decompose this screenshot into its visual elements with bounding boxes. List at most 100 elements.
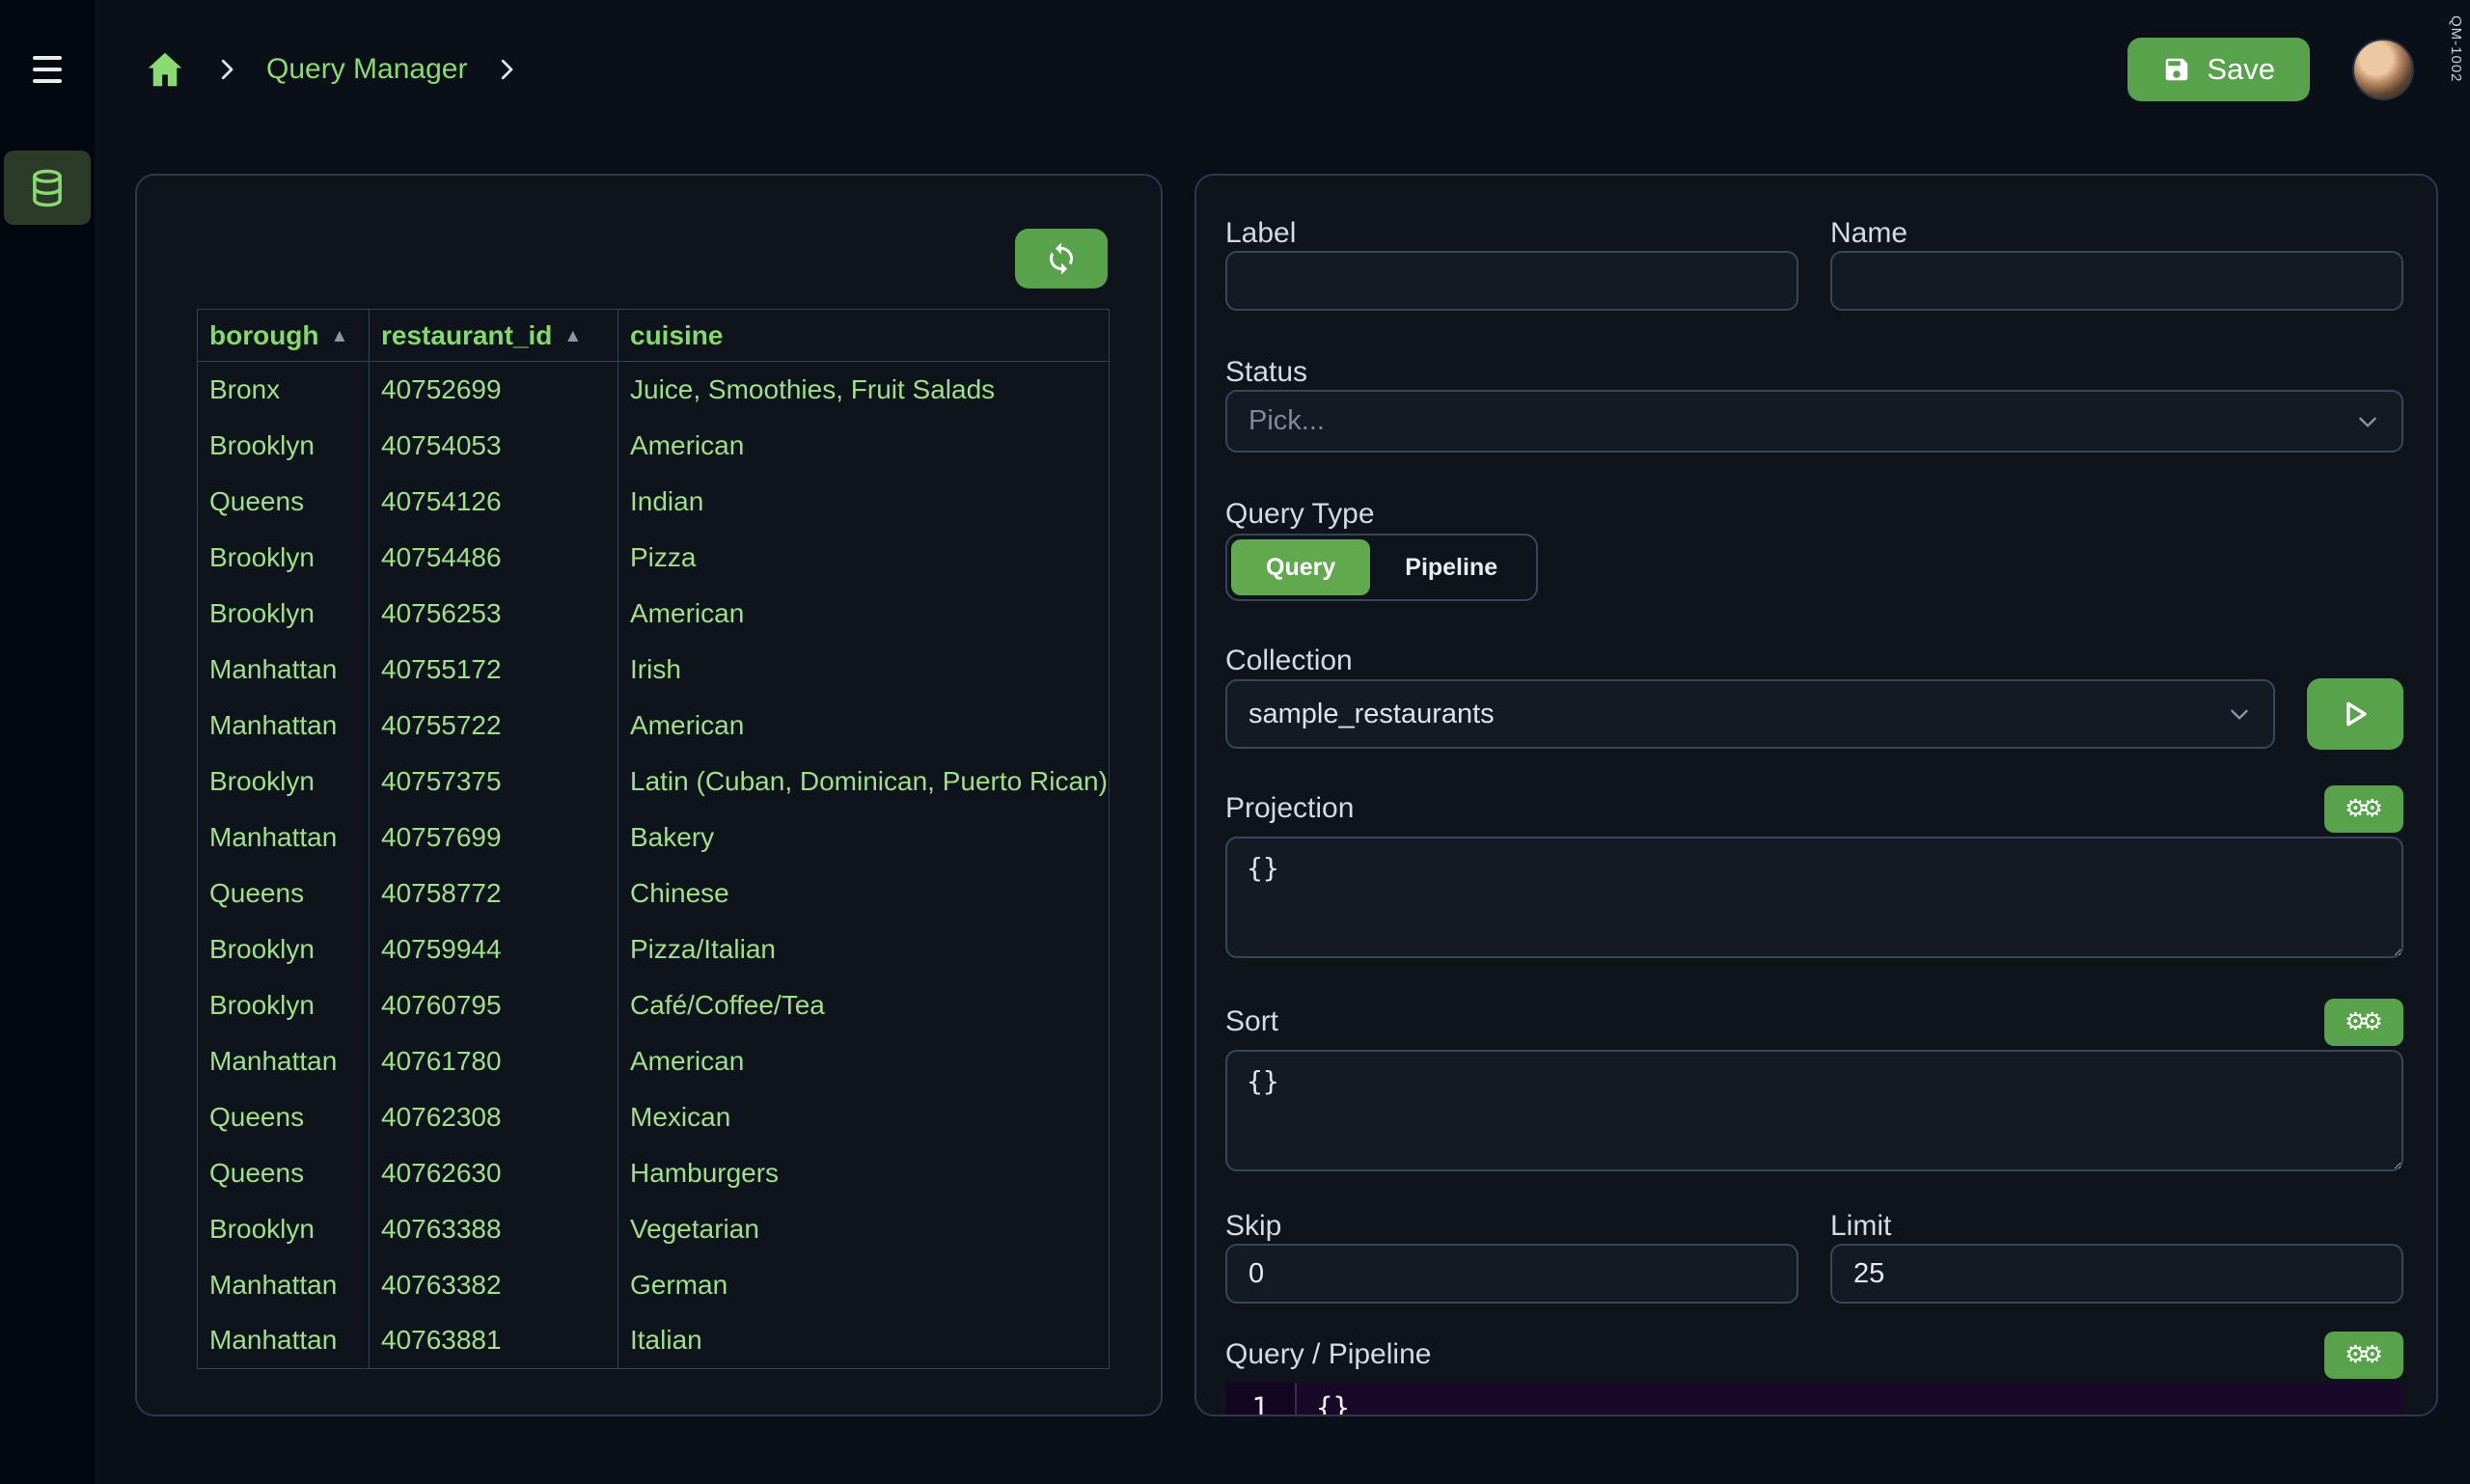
sort-asc-icon: ▲ [563,325,583,346]
table-row[interactable]: Queens 40754126 Indian [197,473,1110,530]
chevron-right-icon [212,55,241,84]
cell-cuisine: Pizza [618,529,1110,586]
table-row[interactable]: Manhattan 40763881 Italian [197,1312,1110,1369]
collection-value: sample_restaurants [1249,698,1495,729]
table-row[interactable]: Queens 40758772 Chinese [197,865,1110,921]
cell-borough: Queens [197,1144,370,1201]
menu-button[interactable] [0,0,95,139]
query-pipeline-editor[interactable]: 1 {} [1225,1383,2403,1415]
table-row[interactable]: Brooklyn 40756253 American [197,585,1110,642]
sort-asc-icon: ▲ [330,325,349,346]
cell-borough: Brooklyn [197,1200,370,1257]
cell-restaurant_id: 40752699 [369,361,618,418]
gears-icon: ⚙⚙ [2345,1341,2383,1368]
collection-select[interactable]: sample_restaurants [1225,679,2275,749]
cell-restaurant_id: 40754053 [369,417,618,474]
skip-input[interactable] [1225,1244,1798,1304]
column-header-cuisine[interactable]: cuisine [618,309,1110,362]
cell-restaurant_id: 40762630 [369,1144,618,1201]
table-row[interactable]: Brooklyn 40754486 Pizza [197,529,1110,586]
label-input[interactable] [1225,251,1798,311]
table-row[interactable]: Brooklyn 40759944 Pizza/Italian [197,921,1110,977]
cell-cuisine: Indian [618,473,1110,530]
breadcrumb-query-manager[interactable]: Query Manager [266,53,467,86]
sort-label: Sort [1225,1005,1279,1037]
sort-input[interactable]: {} [1225,1050,2403,1171]
cell-cuisine: Vegetarian [618,1200,1110,1257]
cell-cuisine: American [618,417,1110,474]
cell-borough: Brooklyn [197,529,370,586]
cell-restaurant_id: 40763382 [369,1256,618,1313]
table-row[interactable]: Manhattan 40763382 German [197,1256,1110,1313]
table-row[interactable]: Brooklyn 40760795 Café/Coffee/Tea [197,976,1110,1033]
projection-input[interactable]: {} [1225,837,2403,958]
cell-restaurant_id: 40762308 [369,1088,618,1145]
run-query-button[interactable] [2307,678,2403,750]
table-row[interactable]: Brooklyn 40754053 American [197,417,1110,474]
results-table: borough ▲ restaurant_id ▲ cuisine Bronx 40 [197,309,1110,1369]
table-row[interactable]: Manhattan 40755722 American [197,697,1110,754]
table-row[interactable]: Bronx 40752699 Juice, Smoothies, Fruit Sal… [197,361,1110,418]
cell-cuisine: Café/Coffee/Tea [618,976,1110,1033]
cell-cuisine: Pizza/Italian [618,921,1110,977]
query-type-segmented: Query Pipeline [1225,534,1539,601]
cell-borough: Queens [197,473,370,530]
cell-restaurant_id: 40758772 [369,865,618,921]
table-row[interactable]: Manhattan 40755172 Irish [197,641,1110,698]
query-pipeline-label: Query / Pipeline [1225,1338,1432,1370]
column-header-borough[interactable]: borough ▲ [197,309,370,362]
cell-restaurant_id: 40755172 [369,641,618,698]
cell-borough: Brooklyn [197,921,370,977]
cell-cuisine: American [618,1032,1110,1089]
gears-icon: ⚙⚙ [2345,795,2383,822]
refresh-button[interactable] [1015,229,1108,289]
query-type-option-query[interactable]: Query [1231,539,1371,595]
chevron-down-icon [2355,409,2380,434]
home-icon[interactable] [143,47,187,92]
status-select[interactable]: Pick... [1225,390,2403,453]
query-type-label: Query Type [1225,498,1375,530]
cell-restaurant_id: 40754126 [369,473,618,530]
cell-restaurant_id: 40755722 [369,697,618,754]
cell-restaurant_id: 40757375 [369,753,618,810]
cell-borough: Brooklyn [197,417,370,474]
projection-settings-button[interactable]: ⚙⚙ [2324,784,2403,833]
table-row[interactable]: Brooklyn 40763388 Vegetarian [197,1200,1110,1257]
table-row[interactable]: Queens 40762630 Hamburgers [197,1144,1110,1201]
sidebar [0,0,95,1484]
cell-borough: Bronx [197,361,370,418]
query-type-option-pipeline[interactable]: Pipeline [1370,539,1532,595]
refresh-icon [1044,241,1079,276]
projection-label: Projection [1225,792,1355,824]
table-row[interactable]: Manhattan 40761780 American [197,1032,1110,1089]
cell-borough: Queens [197,865,370,921]
cell-cuisine: Mexican [618,1088,1110,1145]
results-table-body: Bronx 40752699 Juice, Smoothies, Fruit Sal… [197,361,1110,1369]
label-field-label: Label [1225,217,1297,249]
database-icon [27,168,68,208]
table-row[interactable]: Queens 40762308 Mexican [197,1088,1110,1145]
query-pipeline-settings-button[interactable]: ⚙⚙ [2324,1331,2403,1379]
cell-restaurant_id: 40763881 [369,1312,618,1369]
limit-input[interactable] [1830,1244,2403,1304]
table-row[interactable]: Brooklyn 40757375 Latin (Cuban, Dominican,… [197,753,1110,810]
cell-restaurant_id: 40763388 [369,1200,618,1257]
avatar[interactable] [2352,39,2414,100]
save-icon [2162,55,2191,84]
limit-label: Limit [1830,1210,1892,1242]
cell-restaurant_id: 40756253 [369,585,618,642]
content: borough ▲ restaurant_id ▲ cuisine Bronx 40 [95,139,2470,1416]
save-button-label: Save [2207,52,2275,86]
version-badge: QM-1002 [2448,15,2464,83]
name-input[interactable] [1830,251,2403,311]
sort-settings-button[interactable]: ⚙⚙ [2324,998,2403,1046]
save-button[interactable]: Save [2127,38,2310,101]
main-area: Query Manager Save QM-1002 borough ▲ res… [95,0,2470,1484]
cell-cuisine: Irish [618,641,1110,698]
cell-restaurant_id: 40754486 [369,529,618,586]
sidebar-item-queries[interactable] [4,151,91,225]
cell-borough: Manhattan [197,1312,370,1369]
table-row[interactable]: Manhattan 40757699 Bakery [197,809,1110,866]
column-header-restaurant-id[interactable]: restaurant_id ▲ [369,309,618,362]
table-header-row: borough ▲ restaurant_id ▲ cuisine [197,309,1110,362]
